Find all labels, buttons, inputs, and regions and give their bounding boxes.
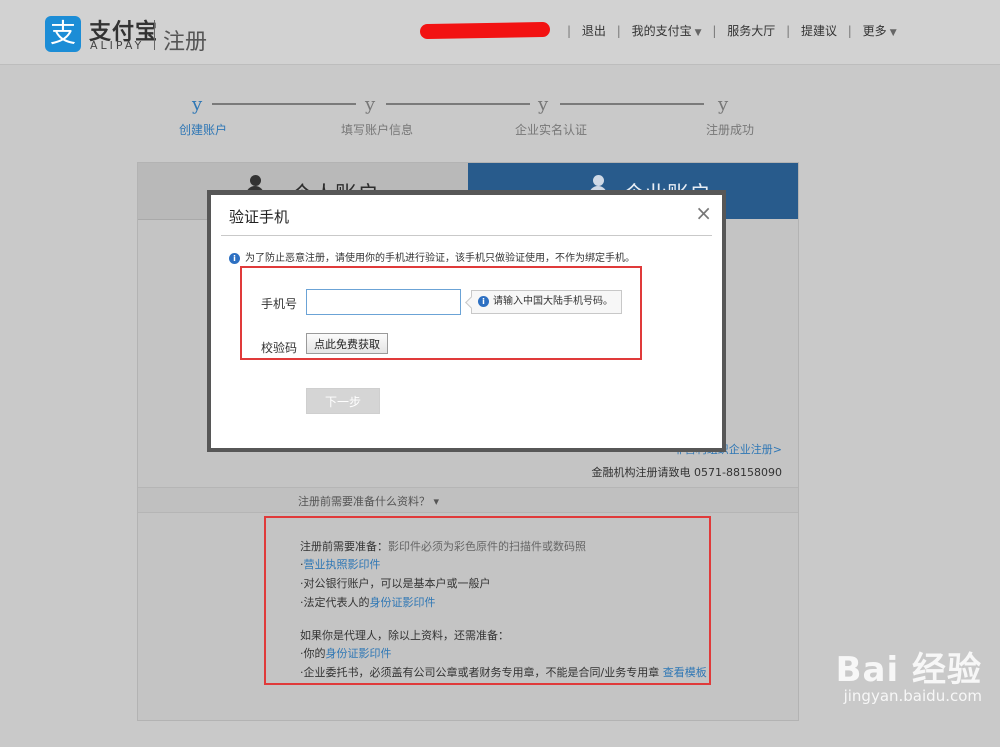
top-nav: | 退出 | 我的支付宝 ▼ | 服务大厅 | 提建议 | 更多 ▼ [567, 24, 897, 38]
close-icon[interactable]: × [695, 201, 712, 225]
step-connector [560, 103, 704, 105]
info-icon: i [478, 295, 489, 307]
requirements-highlight: 注册前需要准备：影印件必须为彩色原件的扫描件或数码照 ·营业执照影印件 ·对公银… [264, 516, 711, 685]
list-item: ·你的身份证影印件 [300, 647, 392, 660]
finance-contact-text: 金融机构注册请致电 0571-88158090 [591, 466, 782, 479]
list-item: ·法定代表人的身份证影印件 [300, 596, 436, 609]
logo-divider [154, 20, 155, 50]
alipay-logo-icon[interactable]: 支 [45, 16, 81, 52]
phone-input[interactable] [306, 289, 461, 315]
list-item: ·对公银行账户，可以是基本户或一般户 [300, 577, 491, 590]
chevron-down-icon: ▼ [694, 28, 702, 38]
next-step-button[interactable]: 下一步 [306, 388, 380, 414]
nav-service-hall-link[interactable]: 服务大厅 [727, 24, 775, 38]
business-license-link[interactable]: 营业执照影印件 [304, 558, 381, 571]
registration-steps: y y y y 创建账户 填写账户信息 企业实名认证 注册成功 [0, 90, 1000, 150]
verify-phone-dialog: 验证手机 × i 为了防止恶意注册，请使用你的手机进行验证，该手机只做验证使用，不… [211, 195, 722, 448]
watermark-brand: Bai 经验 [835, 650, 982, 690]
verification-notice: i 为了防止恶意注册，请使用你的手机进行验证，该手机只做验证使用，不作为绑定手机。 [229, 249, 635, 264]
step-marker-2: y [365, 94, 376, 115]
chevron-down-icon: ▼ [889, 28, 897, 38]
page-section-title: 注册 [163, 30, 208, 55]
caret-down-icon: ▾ [433, 495, 440, 508]
step-label-fill-info: 填写账户信息 [341, 123, 414, 137]
step-label-verification: 企业实名认证 [515, 123, 588, 137]
nav-my-alipay-link[interactable]: 我的支付宝 ▼ [632, 24, 702, 38]
nav-logout-link[interactable]: 退出 [582, 24, 606, 38]
legal-rep-id-link[interactable]: 身份证影印件 [370, 596, 436, 609]
phone-hint-tooltip: i 请输入中国大陆手机号码。 [471, 290, 622, 314]
logo-text-en: ALIPAY [90, 39, 145, 52]
step-marker-3: y [538, 94, 549, 115]
prep-materials-toggle[interactable]: 注册前需要准备什么资料？ ▾ [298, 493, 439, 509]
prep-materials-bar: 注册前需要准备什么资料？ ▾ [138, 487, 798, 513]
watermark-url: jingyan.baidu.com [843, 687, 982, 705]
step-label-create-account: 创建账户 [179, 123, 228, 137]
view-template-link[interactable]: 查看模板 [663, 666, 707, 679]
step-label-success: 注册成功 [706, 123, 755, 137]
baidu-jingyan-watermark: Bai 经验 jingyan.baidu.com [836, 642, 982, 705]
list-item: ·营业执照影印件 [300, 558, 381, 571]
step-connector [386, 103, 530, 105]
list-item: ·企业委托书，必须盖有公司公章或者财务专用章，不能是合同/业务专用章 查看模板 [300, 666, 707, 679]
dialog-title: 验证手机 [229, 208, 290, 226]
site-header: 支 支付宝 ALIPAY 注册 | 退出 | 我的支付宝 ▼ | 服务大厅 | 提… [0, 0, 1000, 65]
code-label: 校验码 [261, 341, 298, 355]
dialog-divider [221, 235, 712, 236]
info-icon: i [229, 252, 240, 264]
agent-id-link[interactable]: 身份证影印件 [326, 647, 392, 660]
step-marker-4: y [718, 94, 729, 115]
get-code-button[interactable]: 点此免费获取 [306, 333, 388, 354]
step-marker-1: y [192, 94, 203, 115]
phone-label: 手机号 [261, 297, 298, 311]
nav-feedback-link[interactable]: 提建议 [801, 24, 837, 38]
requirements-heading: 注册前需要准备：影印件必须为彩色原件的扫描件或数码照 [300, 540, 586, 553]
redacted-username [419, 21, 551, 40]
nav-more-link[interactable]: 更多 ▼ [863, 24, 897, 38]
step-connector [212, 103, 356, 105]
agent-requirements-heading: 如果你是代理人，除以上资料，还需准备： [300, 629, 509, 642]
